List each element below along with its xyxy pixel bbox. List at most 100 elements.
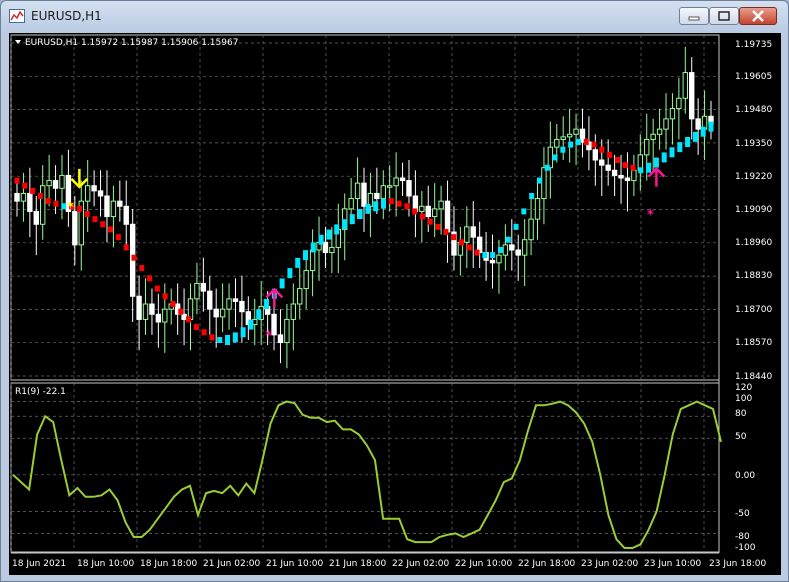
candle-body xyxy=(425,205,431,218)
price-label: 1.18830 xyxy=(735,271,772,281)
trend-segment xyxy=(123,244,129,251)
candle-body xyxy=(464,226,470,243)
level-label: -80 xyxy=(735,532,750,542)
trend-segment xyxy=(357,209,363,219)
candle-body xyxy=(682,72,688,99)
trend-segment xyxy=(583,139,589,145)
candle-body xyxy=(46,180,52,187)
candle-body xyxy=(142,303,149,320)
candle-body xyxy=(117,200,123,207)
trend-segment xyxy=(661,152,667,163)
trend-segment xyxy=(92,216,98,223)
level-label: 50 xyxy=(735,432,747,442)
trend-segment xyxy=(334,224,340,235)
time-label: 22 Jun 02:00 xyxy=(392,559,449,569)
time-label: 21 Jun 18:00 xyxy=(329,559,386,569)
trend-segment xyxy=(412,208,418,215)
candle-body xyxy=(566,133,573,138)
sell-arrow xyxy=(70,168,89,189)
trend-segment xyxy=(115,234,121,241)
title-bar[interactable]: EURUSD,H1 xyxy=(1,1,788,33)
main-panel-border xyxy=(10,34,720,381)
time-label: 23 Jun 10:00 xyxy=(644,559,701,569)
trend-segment xyxy=(217,337,223,343)
trend-segment xyxy=(685,137,691,147)
candle-body xyxy=(303,270,309,290)
trend-segment xyxy=(326,229,332,240)
time-axis-labels: 18 Jun 2021 18 Jun 10:00 18 Jun 18:00 21… xyxy=(12,559,766,569)
trend-segment xyxy=(599,146,605,153)
candle-body xyxy=(72,210,78,246)
trend-segment xyxy=(256,309,262,320)
trend-segment xyxy=(14,177,20,184)
candle-body xyxy=(277,334,284,344)
triangle-down-icon[interactable] xyxy=(15,40,21,44)
time-label: 23 Jun 18:00 xyxy=(709,559,766,569)
candle-body xyxy=(181,313,187,320)
level-label: -50 xyxy=(735,509,750,519)
candle-body xyxy=(444,200,451,233)
chart-canvas[interactable]: ✶ ✶ ✶ EURUSD,H1 1.15972 1.15987 1.15906 1.… xyxy=(9,33,781,575)
trend-segment xyxy=(544,164,550,171)
candle-body xyxy=(605,164,611,171)
main-panel-header: EURUSD,H1 1.15972 1.15987 1.15906 1.1596… xyxy=(25,38,238,48)
candle-body xyxy=(592,149,599,161)
candle-body xyxy=(207,290,213,310)
level-label: 80 xyxy=(735,409,747,419)
trend-segment xyxy=(404,203,410,210)
candle-body xyxy=(406,180,412,197)
close-icon xyxy=(752,10,764,22)
trend-segment xyxy=(427,218,433,225)
candle-body xyxy=(528,218,534,241)
candle-body xyxy=(669,108,676,120)
candle-body xyxy=(650,133,656,140)
trend-segment xyxy=(53,200,59,207)
price-label: 1.19350 xyxy=(735,139,772,149)
trend-segment xyxy=(388,198,394,205)
candle-body xyxy=(354,182,361,200)
candle-body xyxy=(470,226,476,238)
trend-segment xyxy=(529,193,535,199)
candle-body xyxy=(676,97,682,110)
candle-body xyxy=(91,185,97,192)
price-label: 1.19090 xyxy=(735,205,772,215)
level-label: -100 xyxy=(735,543,756,553)
maximize-button[interactable] xyxy=(709,7,739,25)
trend-segment xyxy=(310,242,316,253)
candle-body xyxy=(541,167,547,200)
trend-segment xyxy=(30,187,36,194)
time-label: 18 Jun 18:00 xyxy=(140,559,197,569)
trend-segment xyxy=(37,193,43,199)
window-title: EURUSD,H1 xyxy=(31,9,102,23)
candle-body xyxy=(110,200,117,218)
minimize-button[interactable] xyxy=(679,7,709,25)
trend-segment xyxy=(521,208,527,215)
candles xyxy=(14,46,714,369)
trend-segment xyxy=(630,164,636,171)
candle-body xyxy=(187,298,194,320)
trend-segment xyxy=(677,142,683,153)
candle-body xyxy=(149,303,155,315)
price-label: 1.18700 xyxy=(735,305,772,315)
buy-star: ✶ xyxy=(263,326,273,340)
price-label: 1.19735 xyxy=(735,40,772,50)
candle-body xyxy=(136,295,142,320)
price-label: 1.18960 xyxy=(735,238,772,248)
candle-body xyxy=(515,249,521,256)
trend-segment xyxy=(139,265,145,271)
candle-body xyxy=(656,128,663,135)
trend-segment xyxy=(700,126,706,137)
trend-segment xyxy=(76,205,82,212)
candle-body xyxy=(297,288,303,305)
price-label: 1.19480 xyxy=(735,105,772,115)
close-button[interactable] xyxy=(739,7,777,25)
candle-body xyxy=(547,146,554,169)
candle-body xyxy=(20,192,27,202)
time-label: 18 Jun 10:00 xyxy=(77,559,134,569)
trend-segment xyxy=(84,211,90,217)
trend-segment xyxy=(474,249,480,256)
candle-body xyxy=(329,246,335,254)
candle-body xyxy=(554,138,560,148)
chart-area[interactable]: ✶ ✶ ✶ EURUSD,H1 1.15972 1.15987 1.15906 1.… xyxy=(9,33,781,575)
candle-body xyxy=(361,182,367,207)
